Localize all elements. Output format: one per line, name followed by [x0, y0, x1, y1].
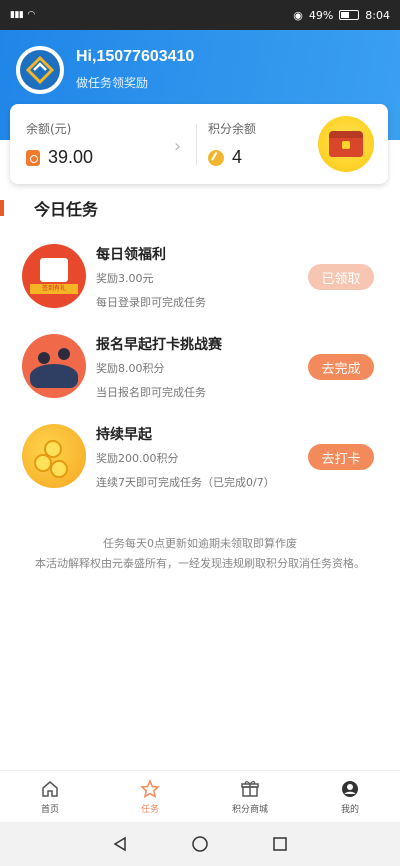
tab-label: 首页 [40, 804, 59, 815]
task-reward: 奖励3.00元 [96, 272, 154, 285]
balance-label: 余额(元) [26, 122, 72, 136]
tab-label: 任务 [140, 804, 159, 815]
task-desc: 连续7天即可完成任务（已完成0/7） [96, 476, 275, 489]
points-section[interactable]: 积分余额 4 [208, 120, 256, 168]
balance-value: 39.00 [48, 147, 94, 167]
treasure-chest-icon[interactable] [318, 116, 374, 172]
section-title: 今日任务 [34, 200, 99, 219]
logo-icon [20, 50, 60, 90]
task-row-early-challenge: 报名早起打卡挑战赛 奖励8.00积分 当日报名即可完成任务 去完成 [0, 334, 400, 424]
avatar[interactable] [16, 46, 64, 94]
gold-coins-icon [22, 424, 86, 488]
section-marker [0, 200, 4, 216]
points-label: 积分余额 [208, 122, 257, 136]
points-value: 4 [232, 147, 243, 167]
status-bar: ▮▮▮ ◠ ◉ 49% 8:04 [0, 0, 400, 30]
recents-icon[interactable] [271, 835, 289, 853]
wallet-icon [26, 149, 40, 166]
bottom-tab-bar: 首页 任务 积分商城 我的 [0, 770, 400, 822]
task-row-daily-welfare: 签到有礼 每日领福利 奖励3.00元 每日登录即可完成任务 已领取 [0, 244, 400, 334]
claimed-button[interactable]: 已领取 [308, 264, 374, 290]
go-complete-button[interactable]: 去完成 [308, 354, 374, 380]
signal-indicators: ▮▮▮ ◠ [10, 10, 35, 20]
task-desc: 当日报名即可完成任务 [96, 386, 206, 399]
home-icon [42, 780, 58, 797]
task-row-continuous-early: 持续早起 奖励200.00积分 连续7天即可完成任务（已完成0/7） 去打卡 [0, 424, 400, 514]
user-greeting: Hi,15077603410 [76, 48, 195, 65]
rules-notes: 任务每天0点更新如逾期未领取即算作废 本活动解释权由元泰盛所有，一经发现违规刷取… [0, 534, 400, 574]
back-icon[interactable] [111, 835, 129, 853]
task-title: 每日领福利 [96, 247, 166, 263]
eye-icon: ◉ [293, 8, 303, 22]
task-reward: 奖励8.00积分 [96, 362, 165, 375]
check-in-button[interactable]: 去打卡 [308, 444, 374, 470]
task-reward: 奖励200.00积分 [96, 452, 179, 465]
challenge-people-icon [22, 334, 86, 398]
status-right: ◉ 49% 8:04 [293, 9, 390, 22]
divider [196, 124, 197, 166]
note-line: 任务每天0点更新如逾期未领取即算作废 [103, 537, 297, 550]
tab-label: 我的 [340, 804, 359, 815]
tab-tasks[interactable]: 任务 [100, 771, 200, 822]
points-coin-icon [208, 149, 224, 166]
battery-percent: 49% [308, 8, 334, 22]
task-title: 报名早起打卡挑战赛 [96, 337, 222, 353]
balance-card: 余额(元) 39.00 › 积分余额 4 [10, 104, 388, 184]
tab-points-mall[interactable]: 积分商城 [200, 771, 300, 822]
system-nav-bar [0, 822, 400, 866]
signal-icon: ▮▮▮ [10, 10, 24, 20]
note-line: 本活动解释权由元泰盛所有，一经发现违规刷取积分取消任务资格。 [35, 557, 365, 570]
clock: 8:04 [365, 8, 390, 22]
battery-icon [339, 10, 360, 20]
task-desc: 每日登录即可完成任务 [96, 296, 206, 309]
header-subtitle: 做任务领奖励 [76, 76, 149, 90]
tab-mine[interactable]: 我的 [300, 771, 400, 822]
user-icon [342, 780, 358, 797]
task-title: 持续早起 [96, 427, 152, 443]
tab-home[interactable]: 首页 [0, 771, 100, 822]
star-icon [140, 778, 160, 798]
wifi-icon: ◠ [27, 10, 35, 20]
gift-icon [241, 780, 259, 797]
tab-label: 积分商城 [231, 804, 268, 815]
checkin-gift-icon: 签到有礼 [22, 244, 86, 308]
home-circle-icon[interactable] [191, 835, 209, 853]
balance-section[interactable]: 余额(元) 39.00 [26, 120, 93, 168]
chevron-right-icon[interactable]: › [174, 136, 181, 157]
